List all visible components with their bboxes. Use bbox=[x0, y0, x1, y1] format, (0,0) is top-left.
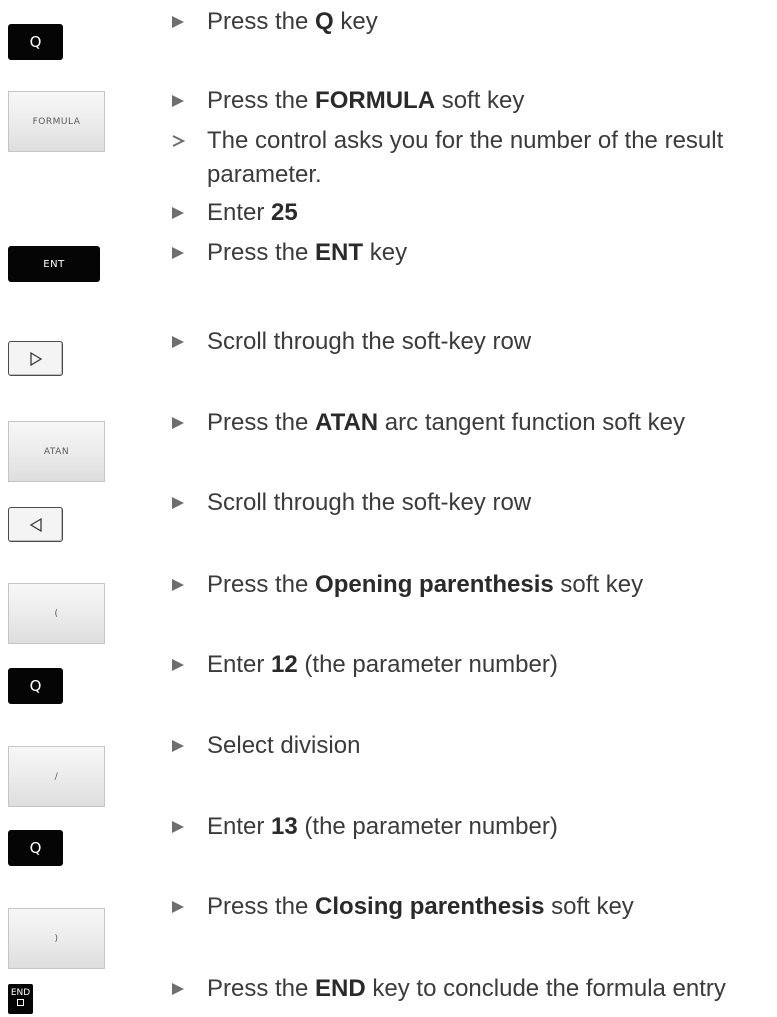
step-keyword: 13 bbox=[271, 813, 298, 840]
step-text: key bbox=[333, 8, 378, 35]
step-press-ent: Press the ENT key bbox=[207, 238, 407, 268]
step-text: Enter bbox=[207, 651, 272, 678]
step-enter-13: Enter 13 (the parameter number) bbox=[207, 812, 558, 842]
end-key-label: END bbox=[10, 988, 31, 998]
step-opening-parenthesis: Press the Opening parenthesis soft key bbox=[207, 570, 643, 600]
triangle-right-icon bbox=[172, 95, 184, 107]
q-key-label: Q bbox=[29, 677, 42, 695]
triangle-left-outline-icon bbox=[29, 517, 42, 532]
step-text: Scroll through the soft-key row bbox=[207, 489, 532, 516]
step-scroll-right: Scroll through the soft-key row bbox=[207, 327, 531, 357]
step-press-end: Press the END key to conclude the formul… bbox=[207, 974, 726, 1004]
step-select-division: Select division bbox=[207, 731, 360, 761]
step-text: Press the bbox=[207, 975, 316, 1002]
square-icon bbox=[17, 999, 24, 1006]
step-text: Enter bbox=[207, 199, 272, 226]
scroll-left-key[interactable] bbox=[8, 507, 63, 542]
atan-soft-key-label: ATAN bbox=[43, 446, 70, 457]
triangle-right-icon bbox=[172, 497, 184, 509]
step-text: Press the bbox=[207, 8, 316, 35]
triangle-right-icon bbox=[172, 247, 184, 259]
step-text: Select division bbox=[207, 732, 361, 759]
step-keyword: Closing parenthesis bbox=[315, 893, 545, 920]
closing-parenthesis-soft-key[interactable]: ) bbox=[8, 908, 105, 969]
step-keyword: FORMULA bbox=[315, 87, 436, 114]
atan-soft-key[interactable]: ATAN bbox=[8, 421, 105, 482]
triangle-right-icon bbox=[172, 983, 184, 995]
step-text: Press the bbox=[207, 239, 316, 266]
opening-parenthesis-soft-key[interactable]: ( bbox=[8, 583, 105, 644]
step-text: (the parameter number) bbox=[297, 651, 558, 678]
step-scroll-left: Scroll through the soft-key row bbox=[207, 488, 531, 518]
triangle-right-icon bbox=[172, 821, 184, 833]
q-key-label: Q bbox=[29, 33, 42, 51]
step-keyword: 25 bbox=[271, 199, 298, 226]
formula-soft-key[interactable]: FORMULA bbox=[8, 91, 105, 152]
chevron-right-icon bbox=[172, 135, 185, 147]
triangle-right-icon bbox=[172, 16, 184, 28]
step-keyword: 12 bbox=[271, 651, 298, 678]
step-keyword: END bbox=[315, 975, 366, 1002]
step-enter-12: Enter 12 (the parameter number) bbox=[207, 650, 558, 680]
formula-soft-key-label: FORMULA bbox=[32, 116, 81, 127]
step-text: Press the bbox=[207, 571, 316, 598]
division-soft-key-label: / bbox=[54, 771, 59, 782]
step-closing-parenthesis: Press the Closing parenthesis soft key bbox=[207, 892, 634, 922]
step-press-formula: Press the FORMULA soft key bbox=[207, 86, 524, 116]
step-press-q: Press the Q key bbox=[207, 7, 378, 37]
end-key[interactable]: END bbox=[8, 984, 33, 1014]
q-key[interactable]: Q bbox=[8, 830, 63, 866]
q-key[interactable]: Q bbox=[8, 24, 63, 60]
step-keyword: Opening parenthesis bbox=[315, 571, 554, 598]
step-result-prompt: The control asks you for the number of t… bbox=[207, 126, 723, 156]
closing-parenthesis-soft-key-label: ) bbox=[54, 933, 59, 944]
triangle-right-icon bbox=[172, 579, 184, 591]
triangle-right-icon bbox=[172, 336, 184, 348]
q-key[interactable]: Q bbox=[8, 668, 63, 704]
step-text: soft key bbox=[544, 893, 634, 920]
step-keyword: ENT bbox=[315, 239, 364, 266]
step-text: soft key bbox=[553, 571, 644, 598]
step-text: arc tangent function soft key bbox=[378, 409, 685, 436]
opening-parenthesis-soft-key-label: ( bbox=[54, 608, 59, 619]
step-keyword: ATAN bbox=[315, 409, 379, 436]
step-enter-25: Enter 25 bbox=[207, 198, 298, 228]
triangle-right-icon bbox=[172, 901, 184, 913]
step-text: key to conclude the formula entry bbox=[365, 975, 726, 1002]
triangle-right-icon bbox=[172, 417, 184, 429]
step-text: The control asks you for the number of t… bbox=[207, 127, 724, 154]
step-text: Enter bbox=[207, 813, 272, 840]
division-soft-key[interactable]: / bbox=[8, 746, 105, 807]
triangle-right-outline-icon bbox=[29, 351, 42, 366]
q-key-label: Q bbox=[29, 839, 42, 857]
step-keyword: Q bbox=[315, 8, 334, 35]
step-text: Press the bbox=[207, 87, 316, 114]
triangle-right-icon bbox=[172, 207, 184, 219]
ent-key[interactable]: ENT bbox=[8, 246, 100, 282]
triangle-right-icon bbox=[172, 659, 184, 671]
step-text: parameter. bbox=[207, 161, 322, 188]
step-press-atan: Press the ATAN arc tangent function soft… bbox=[207, 408, 685, 438]
step-result-prompt-continued: parameter. bbox=[207, 160, 322, 190]
step-text: Press the bbox=[207, 893, 316, 920]
step-text: Scroll through the soft-key row bbox=[207, 328, 532, 355]
step-text: (the parameter number) bbox=[297, 813, 558, 840]
step-text: soft key bbox=[435, 87, 525, 114]
ent-key-label: ENT bbox=[43, 258, 65, 270]
step-text: Press the bbox=[207, 409, 316, 436]
step-text: key bbox=[363, 239, 408, 266]
triangle-right-icon bbox=[172, 740, 184, 752]
scroll-right-key[interactable] bbox=[8, 341, 63, 376]
